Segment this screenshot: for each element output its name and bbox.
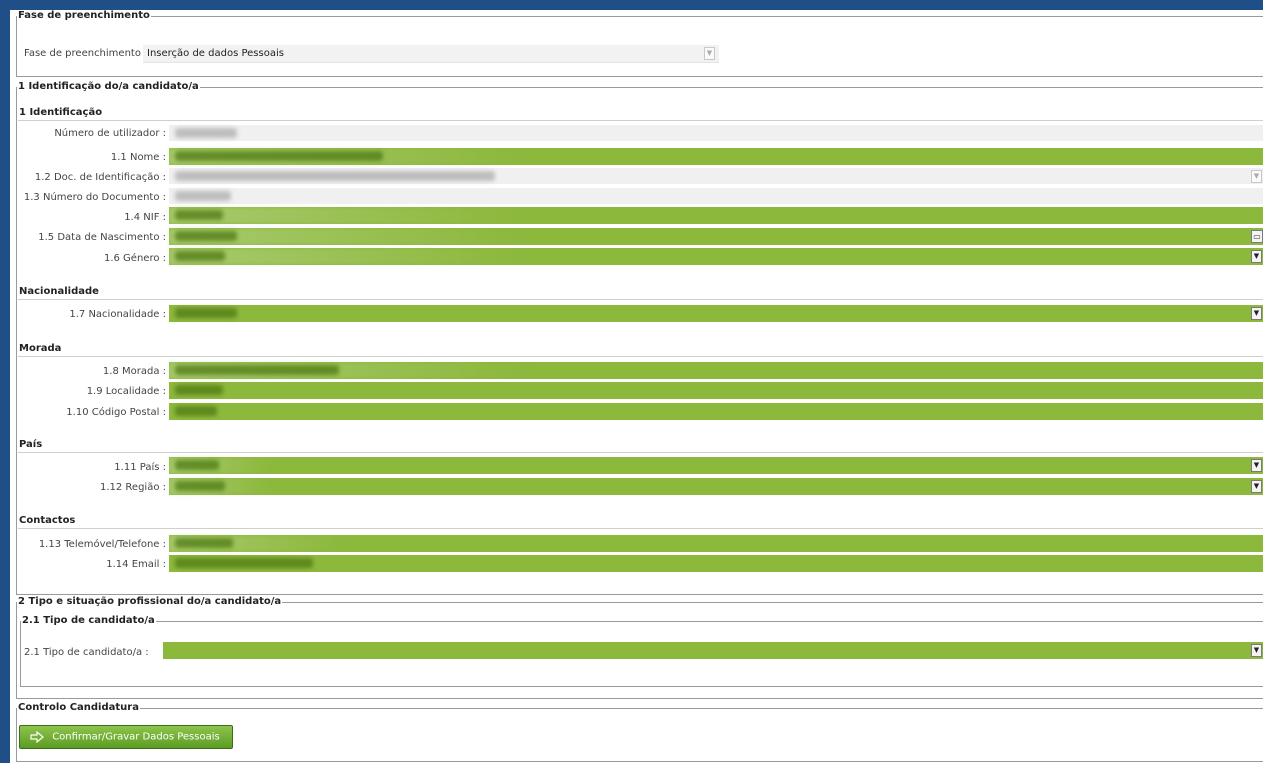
divider [18,528,1263,529]
data-nascimento-label: 1.5 Data de Nascimento : [38,232,166,243]
tipo-candidato-label: 2.1 Tipo de candidato/a : [24,647,149,658]
regiao-select[interactable]: ▼ [169,478,1263,495]
tipo-candidato-select[interactable]: ▼ [163,642,1263,659]
genero-select[interactable]: ▼ [169,248,1263,265]
arrow-right-icon [30,731,44,743]
doc-identificacao-label: 1.2 Doc. de Identificação : [34,172,166,183]
chevron-down-icon[interactable]: ▼ [1251,170,1262,183]
telefone-label: 1.13 Telemóvel/Telefone : [38,539,166,550]
nif-input[interactable] [169,207,1263,224]
fase-legend: Fase de preenchimento [18,10,150,21]
divider [18,299,1263,300]
genero-label: 1.6 Género : [103,253,166,264]
doc-identificacao-select[interactable]: ▼ [169,168,1263,184]
numero-utilizador-field [169,125,1263,141]
codigo-postal-label: 1.10 Código Postal : [66,407,166,418]
chevron-down-icon[interactable]: ▼ [1251,644,1262,657]
chevron-down-icon[interactable]: ▼ [1251,250,1262,263]
numero-documento-label: 1.3 Número do Documento : [23,192,166,203]
divider [18,356,1263,357]
pais-label: 1.11 País : [114,462,166,473]
pais-select[interactable]: ▼ [169,457,1263,474]
nacionalidade-label: 1.7 Nacionalidade : [69,309,166,320]
data-nascimento-input[interactable]: ▭ [169,228,1263,245]
controlo-legend: Controlo Candidatura [18,702,139,713]
contactos-title: Contactos [19,515,76,526]
fase-fieldset: Fase de preenchimento [16,10,1263,77]
nacionalidade-select[interactable]: ▼ [169,305,1263,322]
divider [18,452,1263,453]
localidade-input[interactable] [169,382,1263,399]
nacionalidade-title: Nacionalidade [19,286,99,297]
section2-sub-legend: 2.1 Tipo de candidato/a [22,615,155,626]
identificacao-title: 1 Identificação [19,107,103,118]
fase-label: Fase de preenchimento : [24,48,148,59]
chevron-down-icon[interactable]: ▼ [1251,307,1262,320]
localidade-label: 1.9 Localidade : [86,386,166,397]
morada-label: 1.8 Morada : [102,366,166,377]
chevron-down-icon[interactable]: ▼ [1251,459,1262,472]
morada-title: Morada [19,343,62,354]
email-input[interactable] [169,555,1263,572]
fase-select-value: Inserção de dados Pessoais [147,48,284,59]
telefone-input[interactable] [169,535,1263,552]
divider [18,120,1263,121]
email-label: 1.14 Email : [106,559,166,570]
morada-input[interactable] [169,362,1263,379]
fase-select[interactable]: Inserção de dados Pessoais ▼ [143,45,719,63]
pais-title: País [19,439,43,450]
nome-label: 1.1 Nome : [110,152,166,163]
confirm-save-button[interactable]: Confirmar/Gravar Dados Pessoais [19,725,233,749]
numero-documento-field [169,188,1263,204]
nome-input[interactable] [169,148,1263,165]
calendar-icon[interactable]: ▭ [1251,230,1263,243]
codigo-postal-input[interactable] [169,403,1263,420]
chevron-down-icon[interactable]: ▼ [1251,480,1262,493]
numero-utilizador-label: Número de utilizador : [54,128,166,139]
regiao-label: 1.12 Região : [99,482,166,493]
form-page: Fase de preenchimento Fase de preenchime… [10,10,1263,763]
chevron-down-icon[interactable]: ▼ [704,47,715,60]
section2-legend: 2 Tipo e situação profissional do/a cand… [18,596,282,607]
nif-label: 1.4 NIF : [124,212,166,223]
confirm-save-label: Confirmar/Gravar Dados Pessoais [52,731,220,743]
section1-legend: 1 Identificação do/a candidato/a [18,81,199,92]
